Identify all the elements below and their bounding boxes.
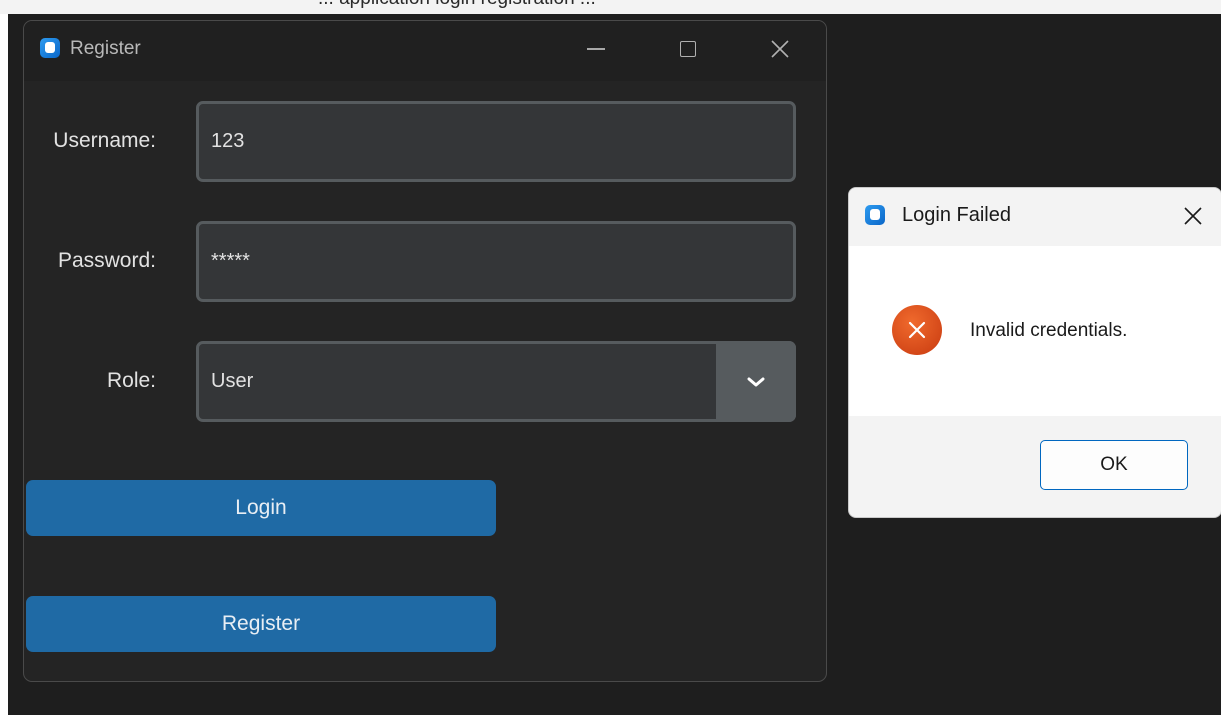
password-label: Password: bbox=[57, 249, 156, 272]
username-value: 123 bbox=[211, 130, 245, 152]
dialog-close-button[interactable] bbox=[1175, 198, 1211, 234]
error-icon bbox=[892, 305, 942, 355]
maximize-button[interactable] bbox=[665, 21, 711, 77]
username-label: Username: bbox=[53, 129, 156, 152]
dialog-body: Invalid credentials. bbox=[849, 246, 1221, 416]
role-combobox[interactable]: User bbox=[196, 341, 796, 422]
chevron-down-icon bbox=[747, 377, 765, 386]
dialog-title: Login Failed bbox=[902, 204, 1011, 226]
dialog-titlebar[interactable]: Login Failed bbox=[849, 188, 1221, 246]
ok-button[interactable]: OK bbox=[1040, 440, 1188, 490]
close-icon bbox=[771, 40, 789, 58]
maximize-icon bbox=[680, 41, 696, 57]
register-window: Register Username: 123 Password: ***** R… bbox=[23, 20, 827, 682]
background-window-strip: ... application login registration ... bbox=[0, 0, 1221, 14]
minimize-icon bbox=[587, 48, 605, 50]
register-button[interactable]: Register bbox=[26, 596, 496, 652]
username-field[interactable]: 123 bbox=[196, 101, 796, 182]
role-label: Role: bbox=[106, 369, 156, 392]
window-titlebar[interactable]: Register bbox=[24, 21, 826, 81]
login-failed-dialog: Login Failed Invalid credentials. OK bbox=[848, 187, 1221, 518]
role-value: User bbox=[211, 370, 254, 392]
role-dropdown-button[interactable] bbox=[716, 341, 796, 422]
close-icon bbox=[1184, 207, 1202, 225]
login-button[interactable]: Login bbox=[26, 480, 496, 536]
close-button[interactable] bbox=[757, 21, 803, 77]
password-value: ***** bbox=[211, 250, 250, 272]
background-window-text: ... application login registration ... bbox=[318, 0, 596, 10]
password-field[interactable]: ***** bbox=[196, 221, 796, 302]
minimize-button[interactable] bbox=[573, 21, 619, 77]
app-icon bbox=[40, 38, 60, 58]
window-title: Register bbox=[70, 38, 141, 59]
app-icon bbox=[865, 205, 885, 225]
dialog-message: Invalid credentials. bbox=[970, 320, 1128, 341]
